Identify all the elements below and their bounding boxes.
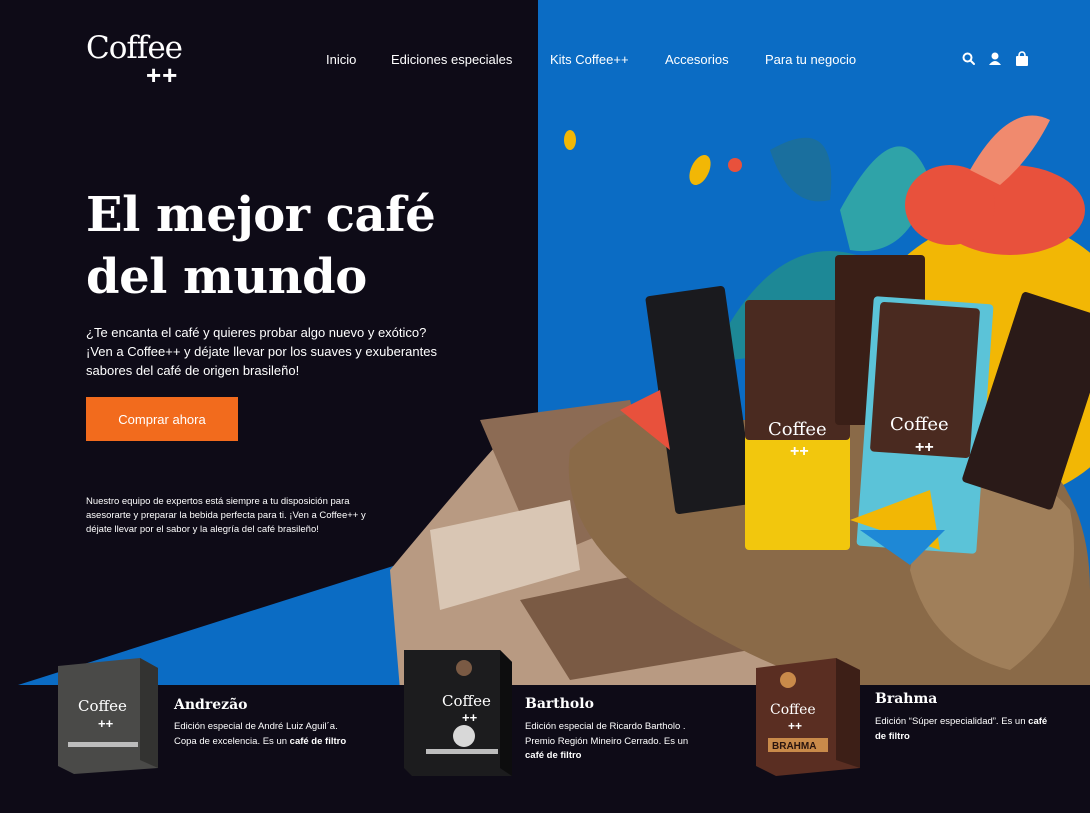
svg-text:Coffee: Coffee [770,702,816,718]
product-description: Edición “Súper especialidad”. Es un café… [875,715,1055,744]
hero-title-line-2: del mundo [86,249,367,305]
product-description: Edición especial de Ricardo Bartholo . P… [525,720,705,764]
svg-text:Coffee: Coffee [768,419,827,440]
main-nav: Inicio Ediciones especiales Kits Coffee+… [0,52,1090,72]
hero-coffee-illustration: Coffee ++ Coffee ++ [390,115,1090,690]
svg-text:BRAHMA: BRAHMA [772,741,816,752]
product-box-andrezao[interactable]: Coffee ++ [54,656,162,776]
nav-item-accesorios[interactable]: Accesorios [665,52,729,67]
product-name[interactable]: Bartholo [525,696,594,712]
svg-text:++: ++ [790,443,809,460]
product-name[interactable]: Brahma [875,691,937,707]
product-description-text: Edición especial de Ricardo Bartholo . P… [525,721,689,747]
product-name[interactable]: Andrezão [174,697,247,713]
product-box-bartholo[interactable]: Coffee ++ [402,648,514,780]
svg-text:++: ++ [462,710,478,725]
product-description: Edición especial de André Luiz Aguil´a. … [174,720,354,749]
cart-icon[interactable] [1013,50,1031,68]
svg-text:++: ++ [98,716,114,731]
svg-text:++: ++ [915,439,934,456]
product-box-brahma[interactable]: Coffee ++ BRAHMA [752,656,864,778]
svg-text:Coffee: Coffee [890,414,949,435]
svg-text:Coffee: Coffee [78,697,127,715]
hero-small-text: Nuestro equipo de expertos está siempre … [86,496,366,535]
page: Coffee ++ Inicio Ediciones especiales Ki… [0,0,1090,813]
product-description-bold: café de filtro [289,735,347,747]
product-description-bold: café de filtro [525,750,582,761]
svg-text:++: ++ [788,719,802,733]
nav-item-inicio[interactable]: Inicio [326,52,356,67]
product-description-text: Edición “Súper especialidad”. Es un [875,716,1029,727]
nav-item-ediciones-especiales[interactable]: Ediciones especiales [391,52,512,67]
buy-now-button[interactable]: Comprar ahora [86,397,238,441]
search-icon[interactable] [960,50,978,68]
svg-text:Coffee: Coffee [442,692,491,710]
user-icon[interactable] [986,50,1004,68]
nav-item-kits[interactable]: Kits Coffee++ [550,52,629,67]
header-icons [958,50,1038,72]
nav-item-para-tu-negocio[interactable]: Para tu negocio [765,52,856,67]
